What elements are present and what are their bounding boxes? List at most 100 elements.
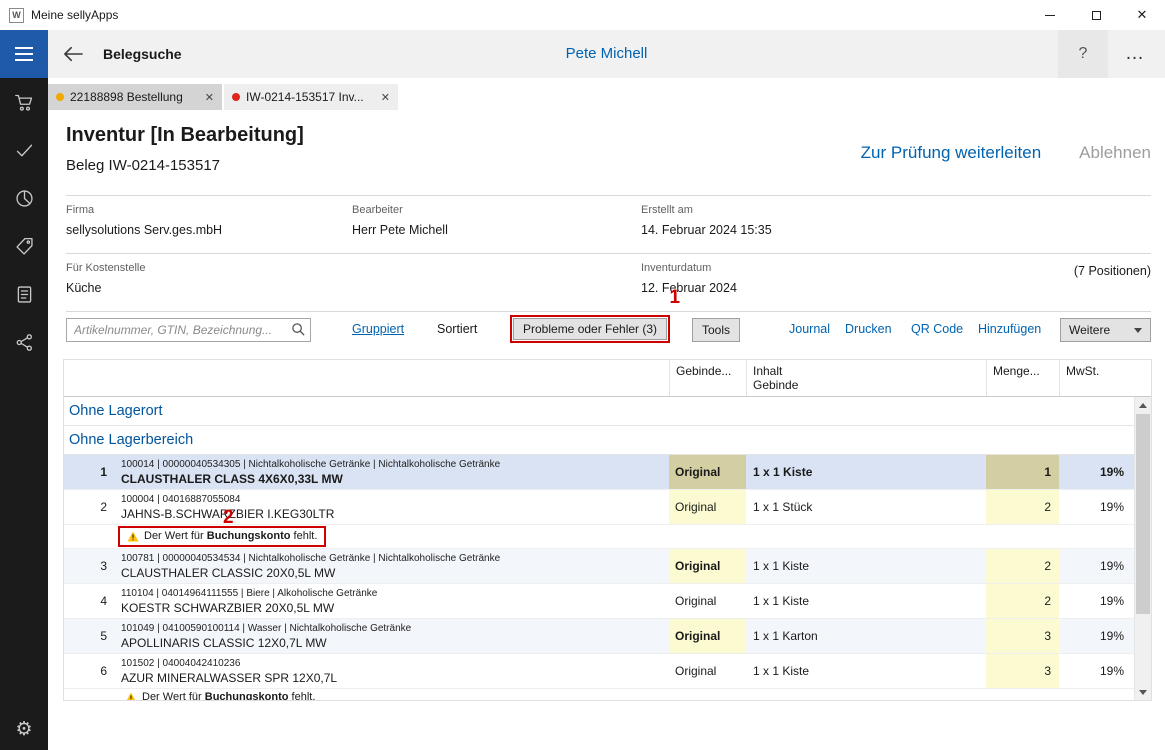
gruppiert-link[interactable]: Gruppiert [352,322,404,336]
tab-bar: 22188898 Bestellung ✕ IW-0214-153517 Inv… [48,78,1165,110]
table-row[interactable]: 1 100014 | 00000040534305 | Nichtalkohol… [64,455,1151,490]
warning-annotation-box: Der Wert für Buchungskonto fehlt. 2 [118,526,326,547]
menge-cell[interactable]: 2 [986,584,1059,618]
article-meta: 100781 | 00000040534534 | Nichtalkoholis… [121,553,500,565]
gebinde-cell[interactable]: Original [669,584,746,618]
warning-text: Der Wert für Buchungskonto fehlt. [142,691,315,700]
field-label: Firma [66,204,352,217]
group-row-lagerbereich[interactable]: Ohne Lagerbereich [64,426,1151,455]
table-row[interactable]: 3 100781 | 00000040534534 | Nichtalkohol… [64,549,1151,584]
vertical-scrollbar[interactable] [1134,397,1151,700]
weitere-dropdown[interactable]: Weitere [1060,318,1151,342]
table-row[interactable]: 5 101049 | 04100590100114 | Wasser | Nic… [64,619,1151,654]
window-title: Meine sellyApps [31,8,118,22]
col-menge[interactable]: Menge... [986,360,1059,396]
menge-cell[interactable]: 2 [986,549,1059,583]
page-title: Inventur [In Bearbeitung] [66,110,1151,147]
field-erstellt-am: Erstellt am 14. Februar 2024 15:35 [641,204,1151,238]
scroll-up-button[interactable] [1135,397,1151,413]
hamburger-icon [15,47,33,49]
menge-cell[interactable]: 1 [986,455,1059,489]
field-label: Erstellt am [641,204,1151,217]
hinzufuegen-link[interactable]: Hinzufügen [978,322,1041,336]
gebinde-cell[interactable]: Original [669,654,746,688]
gebinde-cell[interactable]: Original [669,549,746,583]
gebinde-cell[interactable]: Original [669,619,746,653]
field-value: 12. Februar 2024 [641,280,1074,296]
qr-code-link[interactable]: QR Code [911,322,963,336]
minimize-icon [1045,15,1055,16]
settings-gear-icon[interactable]: ⚙ [0,720,48,739]
warning-row: Der Wert für Buchungskonto fehlt. 2 [64,525,1151,549]
inhalt-cell: 1 x 1 Kiste [746,549,986,583]
col-mwst[interactable]: MwSt. [1059,360,1134,396]
problems-annotation-box: Probleme oder Fehler (3) 1 [510,315,670,343]
fields-row-1: Firma sellysolutions Serv.ges.mbH Bearbe… [66,196,1151,253]
inhalt-cell: 1 x 1 Karton [746,619,986,653]
group-row-lagerort[interactable]: Ohne Lagerort [64,397,1151,426]
hamburger-menu-button[interactable] [0,30,48,78]
col-gebinde[interactable]: Gebinde... [669,360,746,396]
row-number: 4 [64,584,116,618]
tab-label: IW-0214-153517 Inv... [246,90,373,104]
article-name: CLAUSTHALER CLASS 4X6X0,33L MW [121,472,343,486]
chevron-down-icon [1134,328,1142,333]
problems-errors-button[interactable]: Probleme oder Fehler (3) [513,318,667,340]
cart-icon[interactable] [14,92,35,113]
pie-chart-icon[interactable] [14,188,35,209]
gebinde-cell[interactable]: Original [669,490,746,524]
menge-cell[interactable]: 3 [986,619,1059,653]
tab-bestellung[interactable]: 22188898 Bestellung ✕ [48,84,222,110]
mwst-cell: 19% [1059,584,1134,618]
tools-button[interactable]: Tools [692,318,740,342]
col-inhalt[interactable]: Inhalt Gebinde [746,360,986,396]
tab-inventur[interactable]: IW-0214-153517 Inv... ✕ [224,84,398,110]
menge-cell[interactable]: 2 [986,490,1059,524]
tag-icon[interactable] [14,236,35,257]
tab-close-icon[interactable]: ✕ [205,91,214,104]
content: Inventur [In Bearbeitung] Zur Prüfung we… [48,110,1165,701]
app-window: W Meine sellyApps ✕ Belegsuche Pete Mich… [0,0,1165,750]
warning-row-partial: Der Wert für Buchungskonto fehlt. [64,689,1151,700]
gebinde-cell[interactable]: Original [669,455,746,489]
row-number: 2 [64,490,116,524]
annotation-2: 2 [223,508,234,527]
scroll-down-icon [1139,690,1147,695]
check-icon[interactable] [14,140,35,161]
field-value: Küche [66,280,352,296]
drucken-link[interactable]: Drucken [845,322,892,336]
maximize-button[interactable] [1073,0,1119,30]
tab-close-icon[interactable]: ✕ [381,91,390,104]
warning-text: Der Wert für Buchungskonto fehlt. [144,530,317,542]
article-meta: 100014 | 00000040534305 | Nichtalkoholis… [121,459,500,471]
minimize-button[interactable] [1027,0,1073,30]
catalog-icon[interactable] [14,284,35,305]
reject-action[interactable]: Ablehnen [1079,143,1151,163]
table-row[interactable]: 6 101502 | 04004042410236 AZUR MINERALWA… [64,654,1151,689]
scroll-up-icon [1139,403,1147,408]
field-firma: Firma sellysolutions Serv.ges.mbH [66,204,352,238]
toolbar: Gruppiert Sortiert Probleme oder Fehler … [66,318,1151,344]
fields-row-2: Für Kostenstelle Küche Inventurdatum 12.… [66,254,1151,311]
sortiert-link[interactable]: Sortiert [437,322,477,336]
close-button[interactable]: ✕ [1119,0,1165,30]
positions-count: (7 Positionen) [1074,264,1151,278]
current-user[interactable]: Pete Michell [48,45,1165,62]
close-icon: ✕ [1137,8,1148,23]
forward-for-review-action[interactable]: Zur Prüfung weiterleiten [861,143,1041,163]
journal-link[interactable]: Journal [789,322,830,336]
help-button[interactable]: ? [1058,30,1108,78]
tab-status-dot-yellow [56,93,64,101]
menge-cell[interactable]: 3 [986,654,1059,688]
app-header: Belegsuche Pete Michell ? … [0,30,1165,78]
warning-box: Der Wert für Buchungskonto fehlt. [118,689,322,700]
search-input[interactable] [66,318,311,342]
scrollbar-thumb[interactable] [1136,414,1150,614]
scroll-down-button[interactable] [1135,684,1151,700]
weitere-label: Weitere [1069,323,1110,337]
field-inventurdatum: Inventurdatum 12. Februar 2024 [641,262,1074,296]
search-icon[interactable] [291,322,306,337]
more-options-button[interactable]: … [1113,30,1157,78]
table-row[interactable]: 4 110104 | 04014964111555 | Biere | Alko… [64,584,1151,619]
share-icon[interactable] [14,332,35,353]
